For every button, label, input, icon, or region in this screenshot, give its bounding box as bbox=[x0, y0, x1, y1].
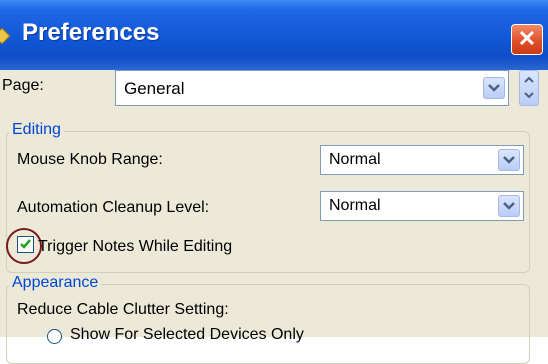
chevron-down-icon[interactable] bbox=[483, 77, 505, 99]
page-label: Page: bbox=[2, 77, 44, 94]
checkmark-icon bbox=[20, 239, 31, 249]
page-select-value: General bbox=[124, 79, 185, 98]
cable-clutter-label: Reduce Cable Clutter Setting: bbox=[17, 301, 229, 318]
page-select[interactable]: General bbox=[115, 70, 509, 106]
trigger-notes-label[interactable]: Trigger Notes While Editing bbox=[38, 238, 232, 256]
chevron-down-icon[interactable] bbox=[498, 149, 520, 171]
trigger-notes-checkbox[interactable] bbox=[17, 236, 34, 253]
cable-clutter-option-label[interactable]: Show For Selected Devices Only bbox=[70, 326, 304, 344]
automation-cleanup-select[interactable]: Normal bbox=[320, 191, 524, 221]
automation-cleanup-label: Automation Cleanup Level: bbox=[17, 199, 210, 216]
editing-legend: Editing bbox=[9, 121, 64, 139]
automation-cleanup-value: Normal bbox=[329, 197, 381, 214]
mouse-knob-range-value: Normal bbox=[329, 151, 381, 168]
close-icon: ✕ bbox=[517, 26, 537, 51]
chevron-down-icon[interactable] bbox=[524, 92, 534, 99]
title-bar[interactable]: Preferences ✕ bbox=[0, 0, 548, 70]
mouse-knob-range-select[interactable]: Normal bbox=[320, 145, 524, 175]
close-button[interactable]: ✕ bbox=[511, 24, 543, 55]
appearance-legend: Appearance bbox=[9, 274, 102, 292]
appearance-group bbox=[6, 284, 530, 364]
page-spinner[interactable] bbox=[519, 70, 539, 106]
mouse-knob-range-label: Mouse Knob Range: bbox=[17, 151, 163, 168]
chevron-down-icon[interactable] bbox=[498, 195, 520, 217]
app-icon bbox=[0, 27, 11, 45]
window-title: Preferences bbox=[22, 19, 160, 46]
chevron-up-icon[interactable] bbox=[524, 76, 534, 83]
